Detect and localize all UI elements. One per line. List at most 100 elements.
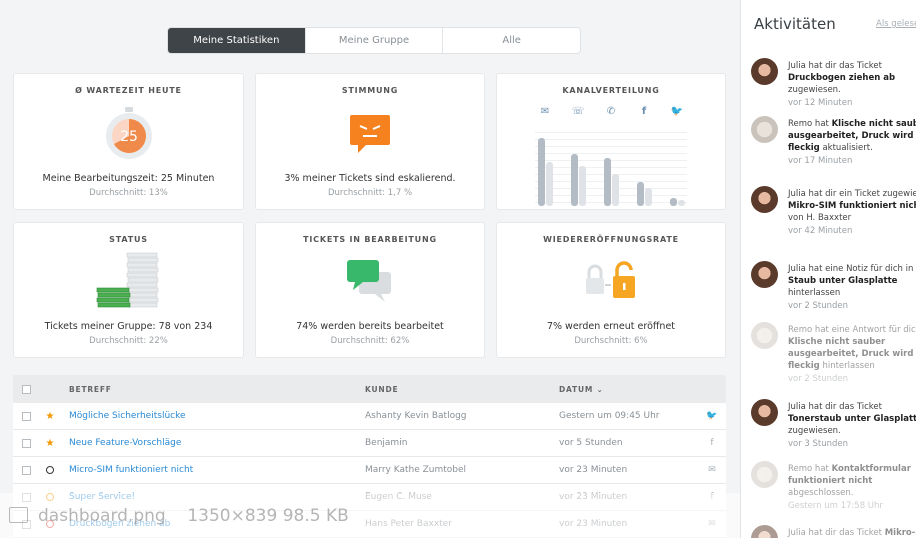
angry-speech-icon bbox=[256, 104, 484, 161]
avatar bbox=[751, 58, 778, 85]
activity-text-pre: Julia hat eine Notiz für dich in bbox=[788, 264, 914, 274]
star-icon[interactable]: ★ bbox=[46, 438, 55, 449]
card-main-text: 74% werden bereits bearbeitet bbox=[296, 321, 444, 332]
select-all-checkbox[interactable] bbox=[22, 384, 31, 394]
activity-text-pre: Julia hat dir ein Ticket zugewiesen: bbox=[788, 189, 916, 199]
card-title: Ø Wartezeit heute bbox=[75, 86, 182, 95]
tab-my-group[interactable]: Meine Gruppe bbox=[304, 28, 443, 53]
ticket-date: vor 5 Stunden bbox=[559, 438, 623, 448]
avatar bbox=[751, 186, 778, 213]
avatar bbox=[751, 322, 778, 349]
unlock-icon bbox=[497, 253, 725, 309]
activity-text-post: zugewiesen. bbox=[788, 426, 841, 436]
activity-text-pre: Remo hat bbox=[788, 119, 832, 129]
header-date[interactable]: DATUM ⌄ bbox=[559, 385, 699, 394]
channel-icon: 🐦 bbox=[706, 411, 718, 421]
image-size: 1350×839 98.5 KB bbox=[187, 506, 349, 526]
call-icon: ✆ bbox=[606, 106, 616, 117]
ticket-date: vor 23 Minuten bbox=[559, 465, 628, 475]
card-sub-text: Durchschnitt: 22% bbox=[89, 336, 168, 346]
card-title: Stimmung bbox=[341, 86, 399, 95]
facebook-icon: f bbox=[641, 106, 647, 117]
mark-read-link[interactable]: Als gelesen bbox=[876, 19, 916, 29]
table-row[interactable]: Micro-SIM funktioniert nicht Marry Kathe … bbox=[13, 457, 726, 484]
stopwatch-icon: 25 bbox=[14, 104, 243, 161]
status-dot-icon bbox=[46, 466, 54, 474]
bar-facebook-2 bbox=[645, 188, 652, 206]
ticket-date: Gestern um 09:45 Uhr bbox=[559, 411, 660, 421]
bar-group-twitter bbox=[667, 126, 687, 206]
activity-sidebar: Aktivitäten Als gelesen Julia hat dir da… bbox=[740, 0, 916, 538]
activity-time: vor 2 Stunden bbox=[788, 374, 849, 384]
row-checkbox[interactable] bbox=[22, 465, 31, 475]
chat-bubbles-icon bbox=[256, 253, 484, 309]
ticket-customer: Benjamin bbox=[365, 438, 408, 448]
activity-ticket-link[interactable]: Druckbogen ziehen ab bbox=[788, 73, 895, 83]
activity-text-pre: Julia hat dir das Ticket bbox=[788, 402, 882, 412]
activity-text-post: hinterlassen bbox=[819, 361, 875, 371]
card-mood: Stimmung 3% meiner Tickets sind eskalier… bbox=[255, 73, 485, 210]
activity-time: vor 3 Stunden bbox=[788, 439, 849, 449]
phone-icon: ☏ bbox=[571, 106, 585, 117]
bar-group-email bbox=[535, 126, 555, 206]
activity-text-post: zugewiesen. bbox=[788, 85, 841, 95]
image-icon bbox=[9, 507, 28, 523]
activity-time: vor 42 Minuten bbox=[788, 226, 853, 236]
table-row[interactable]: ★ Mögliche Sicherheitslücke Ashanty Kevin … bbox=[13, 403, 726, 430]
avatar bbox=[751, 399, 778, 426]
ticket-customer: Ashanty Kevin Batlogg bbox=[365, 411, 467, 421]
bar-call-2 bbox=[612, 174, 619, 206]
card-main-text: 3% meiner Tickets sind eskalierend. bbox=[284, 173, 456, 184]
image-filename: dashboard.png bbox=[38, 506, 166, 526]
activity-text-post: abgeschlossen. bbox=[788, 488, 854, 498]
activity-text-pre: Julia hat dir das Ticket bbox=[788, 61, 882, 71]
card-wait-time: Ø Wartezeit heute 25 Meine Bearbeitungsz… bbox=[13, 73, 244, 210]
header-customer[interactable]: KUNDE bbox=[365, 385, 559, 394]
card-main-text: Tickets meiner Gruppe: 78 von 234 bbox=[44, 321, 213, 332]
row-checkbox[interactable] bbox=[22, 438, 31, 448]
table-row[interactable]: ★ Neue Feature-Vorschläge Benjamin vor 5 St… bbox=[13, 430, 726, 457]
activity-text-post: hinterlassen bbox=[788, 288, 841, 298]
card-main-text: 7% werden erneut eröffnet bbox=[546, 321, 676, 332]
card-status: Status Tickets meiner Gruppe: 78 von 234… bbox=[13, 222, 244, 358]
activity-text-post: aktualisiert. bbox=[819, 143, 873, 153]
activity-ticket-link[interactable]: Staub unter Glasplatte bbox=[788, 276, 897, 286]
ticket-subject-link[interactable]: Mögliche Sicherheitslücke bbox=[69, 411, 365, 421]
tab-my-stats[interactable]: Meine Statistiken bbox=[168, 28, 305, 53]
ticket-subject-link[interactable]: Micro-SIM funktioniert nicht bbox=[69, 465, 365, 475]
card-sub-text: Durchschnitt: 1,7 % bbox=[327, 188, 413, 198]
email-icon: ✉ bbox=[540, 106, 550, 117]
card-title: Kanalverteilung bbox=[562, 86, 660, 95]
ticket-subject-link[interactable]: Neue Feature-Vorschläge bbox=[69, 438, 365, 448]
row-checkbox[interactable] bbox=[22, 411, 31, 421]
stats-tabs: Meine Statistiken Meine Gruppe Alle bbox=[167, 27, 581, 54]
bar-twitter-1 bbox=[670, 198, 677, 206]
activity-time: vor 17 Minuten bbox=[788, 156, 853, 166]
activity-text-post: von H. Baxxter bbox=[788, 213, 852, 223]
header-subject[interactable]: BETREFF bbox=[69, 385, 365, 394]
star-icon[interactable]: ★ bbox=[46, 411, 55, 422]
activity-ticket-link[interactable]: Mikro-SIM bbox=[885, 528, 916, 538]
tab-all[interactable]: Alle bbox=[442, 28, 580, 53]
card-title: Status bbox=[109, 235, 148, 244]
avatar bbox=[751, 116, 778, 143]
ticket-customer: Marry Kathe Zumtobel bbox=[365, 465, 467, 475]
activity-time: Gestern um 17:58 Uhr bbox=[788, 501, 883, 511]
bar-group-phone bbox=[568, 126, 588, 206]
table-header: BETREFF KUNDE DATUM ⌄ bbox=[13, 375, 726, 403]
bar-phone-2 bbox=[579, 166, 586, 206]
card-main-text: Meine Bearbeitungszeit: 25 Minuten bbox=[42, 173, 215, 184]
avatar bbox=[751, 525, 778, 538]
activity-ticket-link[interactable]: Tonerstaub unter Glasplatte bbox=[788, 414, 916, 424]
channel-bar-chart bbox=[535, 126, 687, 206]
bar-email-2 bbox=[546, 162, 553, 206]
avatar bbox=[751, 261, 778, 288]
bar-facebook-1 bbox=[637, 182, 644, 206]
activity-time: vor 2 Stunden bbox=[788, 301, 849, 311]
card-sub-text: Durchschnitt: 6% bbox=[574, 336, 648, 346]
twitter-icon: 🐦 bbox=[670, 106, 684, 117]
card-sub-text: Durchschnitt: 13% bbox=[89, 188, 168, 198]
card-title: Tickets in Bearbeitung bbox=[303, 235, 437, 244]
card-sub-text: Durchschnitt: 62% bbox=[330, 336, 410, 346]
activity-ticket-link[interactable]: Mikro-SIM funktioniert nicht bbox=[788, 201, 916, 211]
